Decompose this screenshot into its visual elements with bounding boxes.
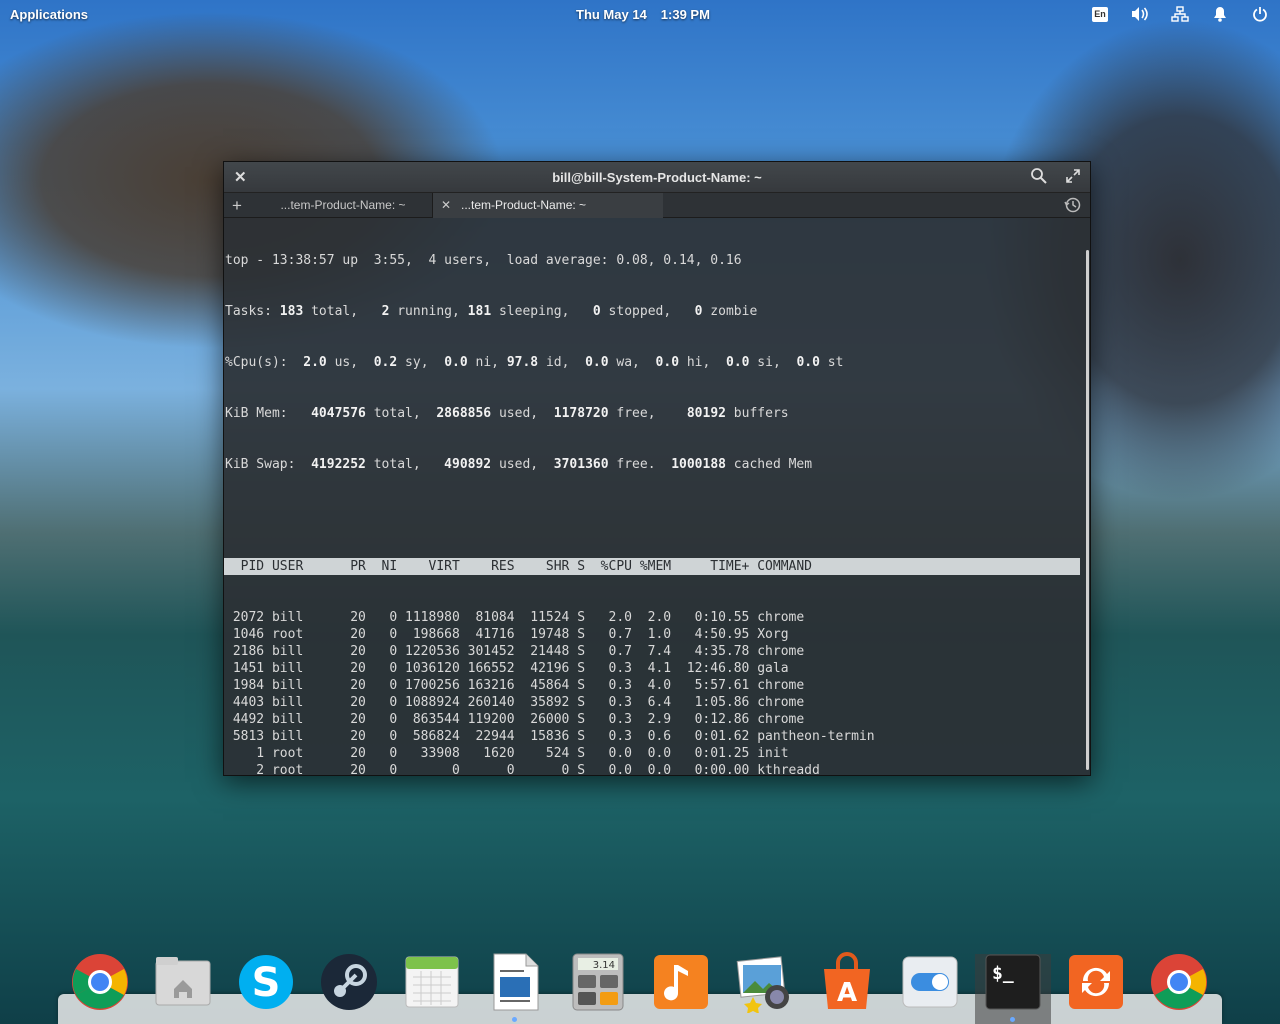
- dock-item-settings[interactable]: [898, 950, 962, 1014]
- terminal-output[interactable]: top - 13:38:57 up 3:55, 4 users, load av…: [224, 218, 1090, 775]
- window-titlebar[interactable]: ✕ bill@bill-System-Product-Name: ~: [224, 162, 1090, 192]
- chrome-icon: [72, 954, 128, 1010]
- calendar-icon: [405, 956, 459, 1008]
- svg-text:3.14: 3.14: [593, 960, 615, 971]
- app-center-icon: A: [824, 952, 870, 1009]
- notifications-icon[interactable]: [1210, 5, 1230, 23]
- tab-bar: + ...tem-Product-Name: ~ ✕ ...tem-Produc…: [224, 192, 1090, 218]
- dock-item-steam[interactable]: [317, 950, 381, 1014]
- close-tab-icon[interactable]: ✕: [441, 198, 451, 212]
- process-row: 1 root 20 0 33908 1620 524 S 0.0 0.0 0:0…: [225, 746, 789, 761]
- tab-active[interactable]: ✕ ...tem-Product-Name: ~: [433, 193, 663, 218]
- dock-item-music[interactable]: [649, 950, 713, 1014]
- scrollbar[interactable]: [1086, 250, 1089, 770]
- search-icon[interactable]: [1030, 167, 1050, 187]
- dock-item-calendar[interactable]: [400, 950, 464, 1014]
- tab-label: ...tem-Product-Name: ~: [461, 198, 587, 212]
- chrome-icon: [1151, 954, 1207, 1010]
- volume-icon[interactable]: [1130, 5, 1150, 23]
- process-row: 1984 bill 20 0 1700256 163216 45864 S 0.…: [225, 678, 805, 693]
- summary-line: KiB Mem: 4047576 total, 2868856 used, 11…: [225, 406, 789, 421]
- terminal-window: ✕ bill@bill-System-Product-Name: ~ + ...…: [223, 161, 1091, 776]
- steam-icon: [321, 954, 377, 1010]
- history-icon[interactable]: [1064, 196, 1084, 216]
- skype-icon: S: [239, 955, 293, 1009]
- summary-line: KiB Swap: 4192252 total, 490892 used, 37…: [225, 457, 813, 472]
- keyboard-layout-indicator[interactable]: En: [1090, 5, 1110, 23]
- settings-switch-icon: [902, 956, 958, 1008]
- dock-items: S 3.14 A $_: [0, 950, 1280, 1024]
- dock-item-skype[interactable]: S: [234, 950, 298, 1014]
- clock-date: Thu May 14: [576, 7, 647, 22]
- summary-line: %Cpu(s): 2.0 us, 0.2 sy, 0.0 ni, 97.8 id…: [225, 355, 844, 370]
- svg-text:$_: $_: [992, 963, 1014, 984]
- update-manager-icon: [1069, 955, 1123, 1009]
- calculator-icon: 3.14: [572, 953, 624, 1011]
- applications-menu[interactable]: Applications: [10, 7, 88, 22]
- indicator-area: En: [1090, 5, 1270, 23]
- maximize-icon[interactable]: [1064, 167, 1084, 187]
- process-row: 1451 bill 20 0 1036120 166552 42196 S 0.…: [225, 661, 789, 676]
- top-panel: Applications Thu May 14 1:39 PM En: [0, 0, 1280, 28]
- svg-text:A: A: [837, 978, 857, 1008]
- power-icon[interactable]: [1250, 5, 1270, 23]
- process-row: 2186 bill 20 0 1220536 301452 21448 S 0.…: [225, 644, 805, 659]
- photos-icon: [736, 956, 789, 1013]
- running-indicator: [512, 1017, 517, 1022]
- process-table: 2072 bill 20 0 1118980 81084 11524 S 2.0…: [224, 609, 1090, 775]
- summary-line: Tasks: 183 total, 2 running, 181 sleepin…: [225, 304, 758, 319]
- dock-item-chrome[interactable]: [68, 950, 132, 1014]
- summary-line: top - 13:38:57 up 3:55, 4 users, load av…: [225, 253, 742, 268]
- dock-item-chrome-2[interactable]: [1147, 950, 1211, 1014]
- process-row: 5813 bill 20 0 586824 22944 15836 S 0.3 …: [225, 729, 875, 744]
- process-row: 1046 root 20 0 198668 41716 19748 S 0.7 …: [225, 627, 789, 642]
- dock-item-app-center[interactable]: A: [815, 950, 879, 1014]
- process-row: 2 root 20 0 0 0 0 S 0.0 0.0 0:00.00 kthr…: [225, 763, 820, 775]
- process-row: 4492 bill 20 0 863544 119200 26000 S 0.3…: [225, 712, 805, 727]
- dock-item-photos[interactable]: [732, 950, 796, 1014]
- svg-text:S: S: [252, 960, 281, 1006]
- dock-item-update-manager[interactable]: [1064, 950, 1128, 1014]
- process-row: 4403 bill 20 0 1088924 260140 35892 S 0.…: [225, 695, 805, 710]
- process-row: 2072 bill 20 0 1118980 81084 11524 S 2.0…: [225, 610, 805, 625]
- music-icon: [654, 955, 708, 1009]
- clock-time: 1:39 PM: [660, 7, 710, 22]
- dock-item-files[interactable]: [151, 950, 215, 1014]
- libreoffice-writer-icon: [493, 953, 539, 1011]
- clock[interactable]: Thu May 14 1:39 PM: [576, 7, 710, 22]
- process-table-header: PID USER PR NI VIRT RES SHR S %CPU %MEM …: [224, 558, 1080, 575]
- window-title: bill@bill-System-Product-Name: ~: [552, 170, 762, 185]
- terminal-icon: $_: [985, 954, 1041, 1010]
- running-indicator: [1010, 1017, 1015, 1022]
- tab-label: ...tem-Product-Name: ~: [280, 198, 406, 212]
- new-tab-button[interactable]: +: [232, 196, 242, 216]
- keyboard-layout-label: En: [1092, 6, 1108, 22]
- files-icon: [155, 957, 211, 1006]
- dock-item-calculator[interactable]: 3.14: [566, 950, 630, 1014]
- dock-item-terminal[interactable]: $_: [975, 950, 1051, 1024]
- tab-inactive[interactable]: ...tem-Product-Name: ~: [254, 193, 433, 218]
- dock-item-writer[interactable]: [483, 950, 547, 1022]
- network-icon[interactable]: [1170, 5, 1190, 23]
